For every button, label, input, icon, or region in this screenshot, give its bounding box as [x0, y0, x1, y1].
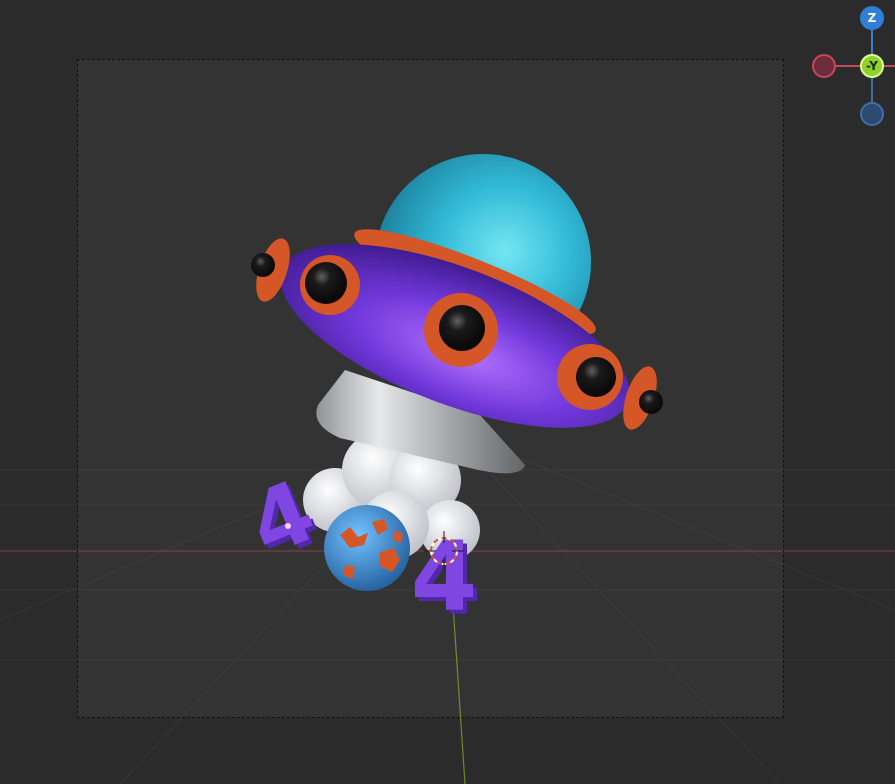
gizmo-neg-x-axis-button[interactable]: [812, 54, 836, 78]
gizmo-y-label: -Y: [866, 59, 878, 73]
3d-viewport[interactable]: 4 4 4 4 Z -Y: [0, 0, 895, 784]
gizmo-z-axis-button[interactable]: Z: [860, 6, 884, 30]
gizmo-neg-z-axis-button[interactable]: [860, 102, 884, 126]
gizmo-z-axis-line: [871, 30, 873, 54]
ufo-porthole[interactable]: [300, 255, 360, 315]
planet-object[interactable]: [324, 505, 410, 591]
gizmo-z-label: Z: [867, 11, 877, 25]
gizmo-x-pos-axis-line: [884, 65, 895, 67]
viewport-canvas: 4 4 4 4: [0, 154, 895, 784]
ufo-porthole[interactable]: [424, 293, 498, 367]
ufo-side-port-left: [251, 253, 275, 277]
gizmo-x-axis-line: [836, 65, 860, 67]
gizmo-z-neg-axis-line: [871, 78, 873, 102]
ufo-porthole[interactable]: [557, 344, 623, 410]
gizmo-neg-y-axis-button[interactable]: -Y: [860, 54, 884, 78]
ufo-side-port-right: [639, 390, 663, 414]
